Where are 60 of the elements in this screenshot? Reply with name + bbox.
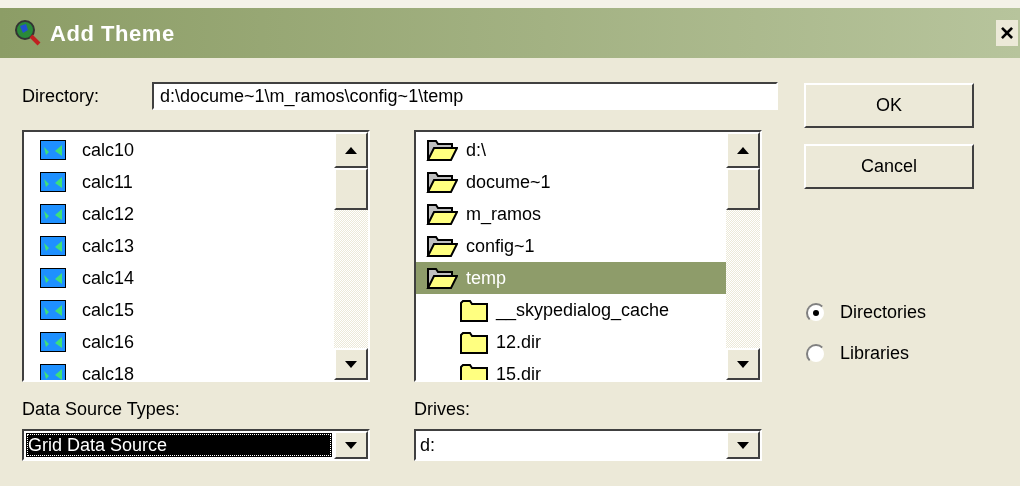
- folder-item[interactable]: 12.dir: [416, 326, 726, 358]
- folder-item[interactable]: config~1: [416, 230, 726, 262]
- folder-item[interactable]: d:\: [416, 134, 726, 166]
- close-button[interactable]: ×: [996, 20, 1018, 46]
- scroll-down-button[interactable]: [334, 348, 368, 380]
- folder-item[interactable]: docume~1: [416, 166, 726, 198]
- open-folder-icon: [426, 266, 458, 290]
- source-item[interactable]: calc10: [24, 134, 334, 166]
- folder-item[interactable]: __skypedialog_cache: [416, 294, 726, 326]
- source-item[interactable]: calc15: [24, 294, 334, 326]
- up-arrow-icon: [345, 146, 357, 154]
- field-label: Data Source Types:: [22, 398, 181, 421]
- folder-icon: [460, 330, 488, 354]
- field-label: Directory:: [22, 84, 100, 108]
- dialog-button[interactable]: Cancel: [804, 144, 974, 189]
- source-item[interactable]: calc18: [24, 358, 334, 380]
- open-folder-icon: [426, 170, 458, 194]
- radio-label: Directories: [840, 301, 927, 324]
- grid-layer-icon: [40, 204, 66, 224]
- open-folder-icon: [426, 138, 458, 162]
- open-folder-icon: [426, 202, 458, 226]
- scroll-down-button[interactable]: [726, 348, 760, 380]
- up-arrow-icon: [737, 146, 749, 154]
- dropdown[interactable]: Grid Data Source: [22, 429, 370, 461]
- grid-layer-icon: [40, 140, 66, 160]
- window-title: Add Theme: [50, 19, 176, 48]
- down-arrow-icon: [345, 360, 357, 368]
- grid-layer-icon: [40, 236, 66, 256]
- radio-button[interactable]: [806, 302, 826, 323]
- source-item[interactable]: calc16: [24, 326, 334, 358]
- grid-layer-icon: [40, 268, 66, 288]
- folder-item[interactable]: 15.dir: [416, 358, 726, 380]
- scroll-thumb[interactable]: [334, 168, 368, 210]
- source-item[interactable]: calc12: [24, 198, 334, 230]
- dropdown-arrow-button[interactable]: [726, 431, 760, 459]
- folder-icon: [460, 298, 488, 322]
- dropdown-arrow-button[interactable]: [334, 431, 368, 459]
- down-arrow-icon: [737, 441, 749, 449]
- open-folder-icon: [426, 234, 458, 258]
- folder-item[interactable]: m_ramos: [416, 198, 726, 230]
- dialog-button[interactable]: OK: [804, 83, 974, 128]
- scroll-up-button[interactable]: [726, 132, 760, 168]
- grid-layer-icon: [40, 364, 66, 380]
- scroll-thumb[interactable]: [726, 168, 760, 210]
- source-item[interactable]: calc14: [24, 262, 334, 294]
- field-label: Drives:: [414, 398, 471, 421]
- folder-icon: [460, 362, 488, 380]
- dropdown[interactable]: d:: [414, 429, 762, 461]
- directory-field[interactable]: d:\docume~1\m_ramos\config~1\temp: [152, 82, 778, 110]
- globe-magnifier-icon: [14, 19, 42, 47]
- radio-button[interactable]: [806, 343, 826, 364]
- source-item[interactable]: calc11: [24, 166, 334, 198]
- scroll-up-button[interactable]: [334, 132, 368, 168]
- radio-label: Libraries: [840, 342, 910, 365]
- grid-layer-icon: [40, 300, 66, 320]
- source-item[interactable]: calc13: [24, 230, 334, 262]
- down-arrow-icon: [345, 441, 357, 449]
- grid-layer-icon: [40, 332, 66, 352]
- down-arrow-icon: [737, 360, 749, 368]
- grid-layer-icon: [40, 172, 66, 192]
